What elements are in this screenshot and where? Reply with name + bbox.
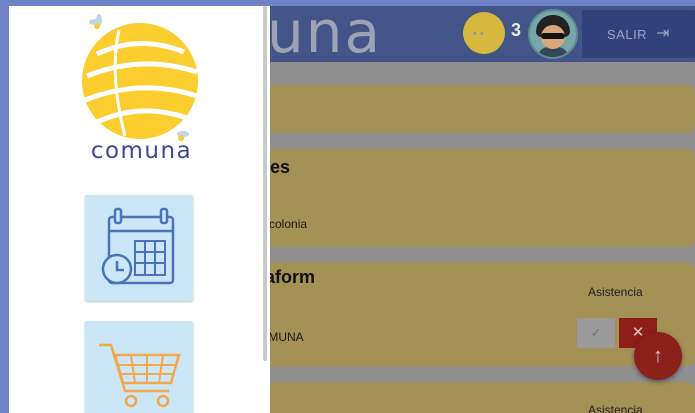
drawer-scrollbar[interactable] [263, 6, 267, 361]
event-card[interactable] [259, 85, 695, 133]
calendar-clock-icon [101, 207, 175, 285]
brand-title: una [267, 6, 383, 66]
comuna-logo-icon [82, 14, 198, 141]
event-card[interactable]: ues a colonia [259, 149, 695, 247]
menu-tile-shop[interactable] [85, 321, 193, 413]
logout-icon: ⇥ [656, 25, 670, 42]
attendance-label: Asistencia [588, 403, 643, 413]
coin-icon[interactable]: • • [463, 12, 505, 54]
logout-button[interactable]: SALIR ⇥ [582, 10, 695, 58]
coin-count: 3 [511, 20, 522, 40]
attendance-label: Asistencia [588, 285, 643, 299]
menu-tile-calendar[interactable] [85, 195, 193, 301]
shopping-cart-icon [99, 343, 181, 408]
user-avatar[interactable] [528, 9, 578, 59]
window-frame-left [0, 0, 9, 413]
scroll-top-button[interactable]: ↑ [634, 332, 682, 380]
logo-text: comuna [90, 138, 193, 164]
event-card[interactable]: taform Asistencia OMUNA ✓ ✕ [259, 262, 695, 366]
logout-label: SALIR [607, 27, 648, 42]
event-card[interactable]: Asistencia [259, 382, 695, 413]
confirm-attendance-button[interactable]: ✓ [577, 318, 615, 348]
side-drawer: comuna [9, 6, 270, 413]
